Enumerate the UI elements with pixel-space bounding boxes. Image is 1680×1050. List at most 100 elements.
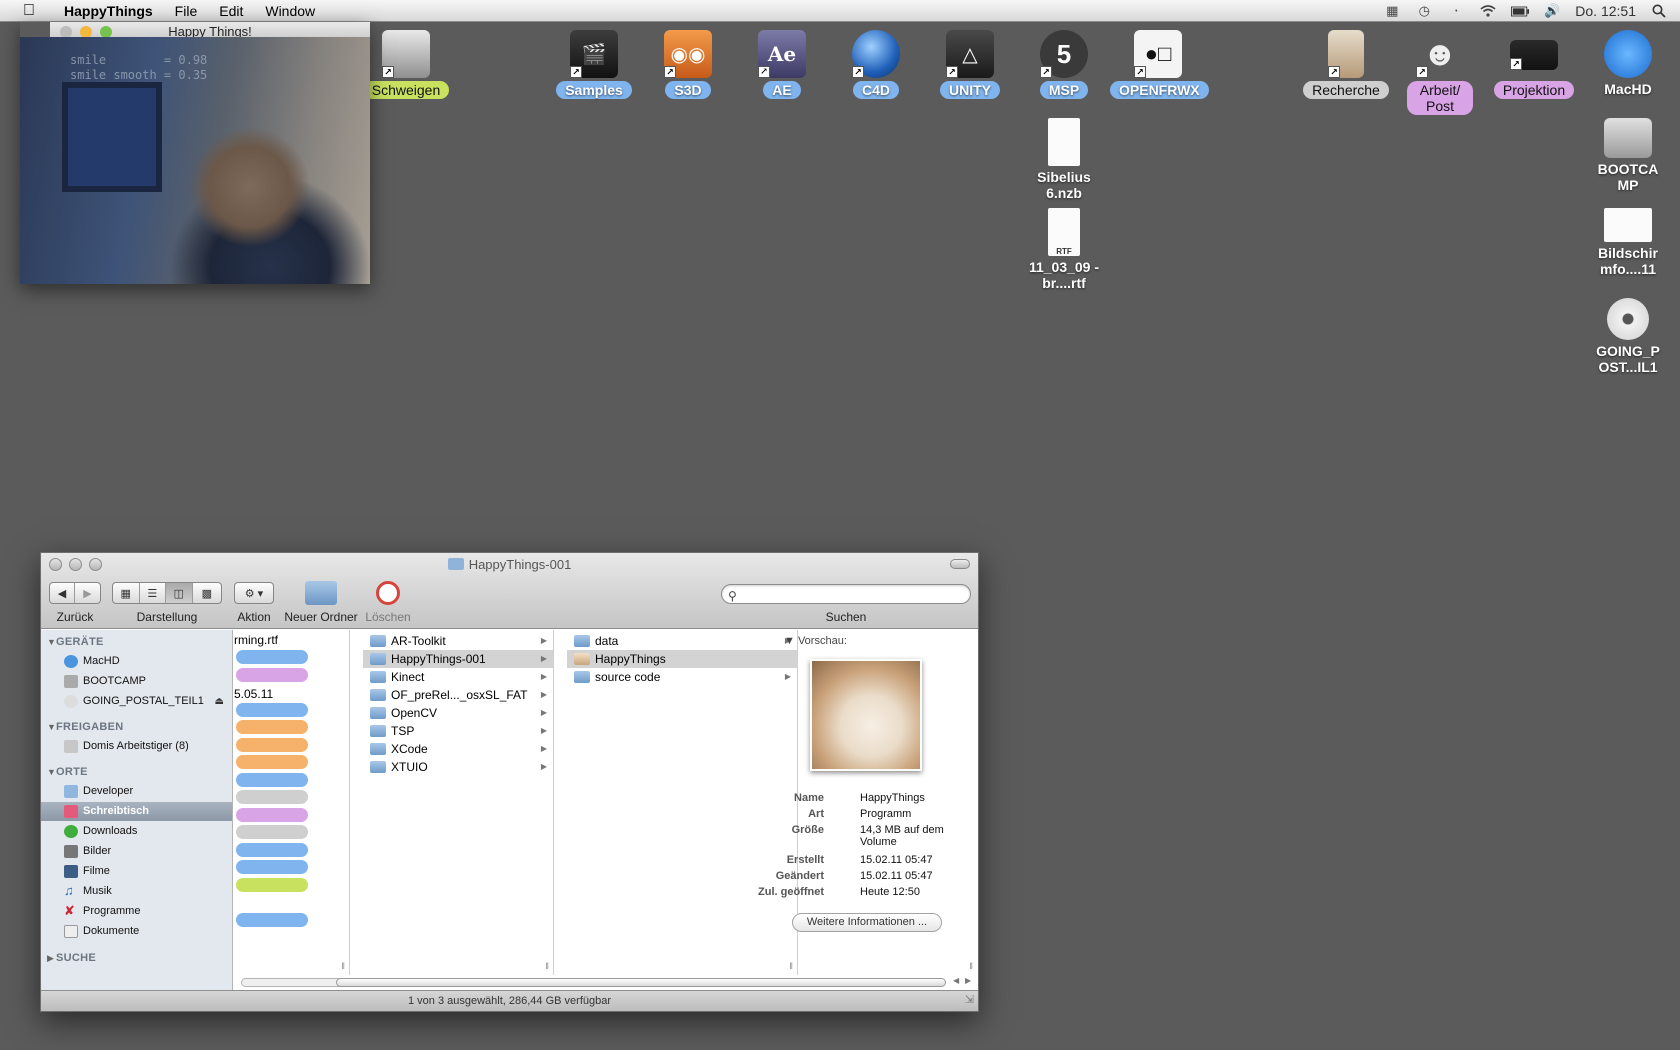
sidebar-item-bilder[interactable]: Bilder — [41, 842, 232, 861]
menu-window[interactable]: Window — [265, 3, 315, 19]
desktop-icon-bildschirmfoto[interactable]: Bildschir mfo....11 — [1580, 208, 1676, 279]
desktop-icon-schweigen[interactable]: ↗ Schweigen — [358, 30, 454, 100]
menu-app-name[interactable]: HappyThings — [64, 3, 153, 19]
back-forward-control[interactable]: ◀ ▶ — [49, 582, 101, 604]
tag-strip-green[interactable] — [236, 877, 308, 892]
desktop-icon-bootcamp[interactable]: BOOTCA MP — [1580, 118, 1676, 195]
sidebar-item-filme[interactable]: Filme — [41, 862, 232, 881]
icon-view-icon[interactable]: ▦ — [113, 583, 140, 603]
scroll-left-arrow-icon[interactable]: ◀ — [953, 976, 959, 985]
tag-strip-purple[interactable] — [236, 667, 308, 682]
tag-strip-blue[interactable] — [236, 912, 308, 927]
more-info-button[interactable]: Weitere Informationen ... — [792, 913, 942, 932]
scroll-right-arrow-icon[interactable]: ▶ — [965, 976, 971, 985]
sidebar-item-developer[interactable]: Developer — [41, 782, 232, 801]
desktop-icon-samples[interactable]: 🎬 ↗ Samples — [546, 30, 642, 100]
sidebar-item-machd[interactable]: MacHD — [41, 652, 232, 671]
tag-strip-orange[interactable] — [236, 755, 308, 769]
sidebar-item-programme[interactable]: ✘ Programme — [41, 902, 232, 921]
view-mode-control[interactable]: ▦ ☰ ◫ ▩ — [112, 582, 222, 604]
sidebar-item-going-postal[interactable]: GOING_POSTAL_TEIL1 ⏏ — [41, 692, 232, 711]
list-item[interactable]: source code ▶ — [567, 668, 797, 686]
desktop-icon-c4d[interactable]: ↗ C4D — [828, 30, 924, 100]
search-input[interactable]: ⚲ — [721, 584, 971, 604]
sidebar-item-dokumente[interactable]: Dokumente — [41, 922, 232, 941]
desktop-icon-going-postal[interactable]: GOING_P OST...IL1 — [1580, 298, 1676, 377]
desktop-icon-s3d[interactable]: ◉◉ ↗ S3D — [640, 30, 736, 100]
list-item[interactable]: TSP ▶ — [363, 722, 553, 740]
new-folder-icon[interactable] — [305, 581, 337, 605]
grid-icon[interactable]: ▦ — [1383, 3, 1401, 18]
battery-icon[interactable] — [1511, 4, 1530, 18]
back-arrow-icon[interactable]: ◀ — [50, 583, 76, 603]
spotlight-search-icon[interactable] — [1650, 4, 1668, 18]
preview-header[interactable]: ▼ Vorschau: — [784, 635, 847, 647]
sidebar-header-places[interactable]: ▼ORTE — [47, 766, 88, 778]
toolbar-toggle-button[interactable] — [950, 559, 970, 569]
forward-arrow-icon[interactable]: ▶ — [75, 583, 100, 603]
column-resize-handle[interactable]: ‖ — [789, 961, 793, 971]
menu-file[interactable]: File — [175, 3, 198, 19]
list-item[interactable]: OF_preRel..._osxSL_FAT ▶ — [363, 686, 553, 704]
column-projects[interactable]: AR-Toolkit ▶ HappyThings-001 ▶ Kinect ▶ OF_… — [363, 630, 554, 975]
list-item[interactable]: 5.05.11 — [234, 687, 278, 701]
tag-strip-orange[interactable] — [236, 737, 308, 752]
list-item[interactable]: XCode ▶ — [363, 740, 553, 758]
list-view-icon[interactable]: ☰ — [140, 583, 167, 603]
desktop-icon-arbeit-post[interactable]: ☻ ↗ Arbeit/ Post — [1392, 30, 1488, 116]
desktop-icon-recherche[interactable]: ↗ Recherche — [1298, 30, 1394, 100]
desktop-icon-ae[interactable]: Ae ↗ AE — [734, 30, 830, 100]
apple-menu-icon[interactable]:  — [18, 2, 40, 20]
eject-icon[interactable]: ⏏ — [215, 692, 224, 711]
resize-grip-icon[interactable]: ⇲ — [965, 990, 974, 1010]
finder-window[interactable]: HappyThings-001 ◀ ▶ Zurück ▦ ☰ ◫ ▩ Darst… — [40, 552, 979, 1012]
tag-strip-blue[interactable] — [236, 702, 308, 717]
menu-edit[interactable]: Edit — [219, 3, 243, 19]
bluetooth-icon[interactable]: ᛫ — [1447, 4, 1465, 19]
sidebar-header-devices[interactable]: ▼GERÄTE — [47, 636, 104, 648]
volume-icon[interactable]: 🔊 — [1543, 3, 1561, 18]
menu-clock[interactable]: Do. 12:51 — [1575, 3, 1636, 19]
sidebar-item-domis-arbeitstiger[interactable]: Domis Arbeitstiger (8) — [41, 737, 232, 756]
action-menu-button[interactable]: ⚙ ▾ — [234, 582, 274, 604]
desktop-icon-openfrwx[interactable]: ●□ ↗ OPENFRWX — [1110, 30, 1209, 100]
list-item[interactable]: AR-Toolkit ▶ — [363, 632, 553, 650]
column-resize-handle[interactable]: ‖ — [341, 961, 345, 971]
tag-strip-blue[interactable] — [236, 860, 308, 874]
sidebar-item-downloads[interactable]: Downloads — [41, 822, 232, 841]
list-item-selected[interactable]: HappyThings — [567, 650, 797, 668]
list-item[interactable]: rming.rtf — [234, 633, 278, 647]
column-desktop[interactable]: rming.rtf 5.05.11 ‖ — [234, 630, 350, 975]
list-item[interactable]: Kinect ▶ — [363, 668, 553, 686]
column-view-icon[interactable]: ◫ — [166, 583, 193, 603]
sidebar-header-shared[interactable]: ▼FREIGABEN — [47, 721, 123, 733]
sidebar-item-musik[interactable]: ♫ Musik — [41, 882, 232, 901]
scrollbar-thumb[interactable] — [336, 978, 946, 987]
sidebar-item-schreibtisch[interactable]: Schreibtisch — [41, 802, 232, 821]
column-resize-handle[interactable]: ‖ — [969, 961, 973, 971]
list-item[interactable]: data ▶ — [567, 632, 797, 650]
horizontal-scrollbar[interactable]: ◀ ▶ — [241, 976, 971, 988]
desktop-icon-unity[interactable]: △ ↗ UNITY — [922, 30, 1018, 100]
desktop-icon-rtf-file[interactable]: RTF 11_03_09 -br....rtf — [1016, 208, 1112, 293]
column-resize-handle[interactable]: ‖ — [545, 961, 549, 971]
tag-strip-blue[interactable] — [236, 842, 308, 857]
tag-strip-orange[interactable] — [236, 720, 308, 734]
list-item[interactable]: OpenCV ▶ — [363, 704, 553, 722]
tag-strip-blue[interactable] — [236, 650, 308, 664]
desktop-icon-machd[interactable]: MacHD — [1580, 30, 1676, 99]
sidebar-header-search[interactable]: ▶ SUCHE — [47, 952, 96, 964]
delete-label[interactable]: Löschen — [363, 610, 413, 624]
tag-strip-purple[interactable] — [236, 807, 308, 822]
list-item-selected[interactable]: HappyThings-001 ▶ — [363, 650, 553, 668]
delete-icon[interactable] — [376, 581, 400, 605]
coverflow-view-icon[interactable]: ▩ — [193, 583, 221, 603]
new-folder-label[interactable]: Neuer Ordner — [281, 610, 361, 624]
tag-strip-grey[interactable] — [236, 825, 308, 839]
wifi-icon[interactable] — [1479, 4, 1497, 18]
happy-things-window[interactable]: Happy Things! smile = 0.98 smile smooth … — [20, 22, 370, 284]
list-item[interactable]: XTUIO ▶ — [363, 758, 553, 776]
desktop-icon-msp[interactable]: 5 ↗ MSP — [1016, 30, 1112, 100]
desktop-icon-sibelius[interactable]: Sibelius 6.nzb — [1016, 118, 1112, 203]
desktop-icon-projektion[interactable]: ↗ Projektion — [1486, 30, 1582, 100]
